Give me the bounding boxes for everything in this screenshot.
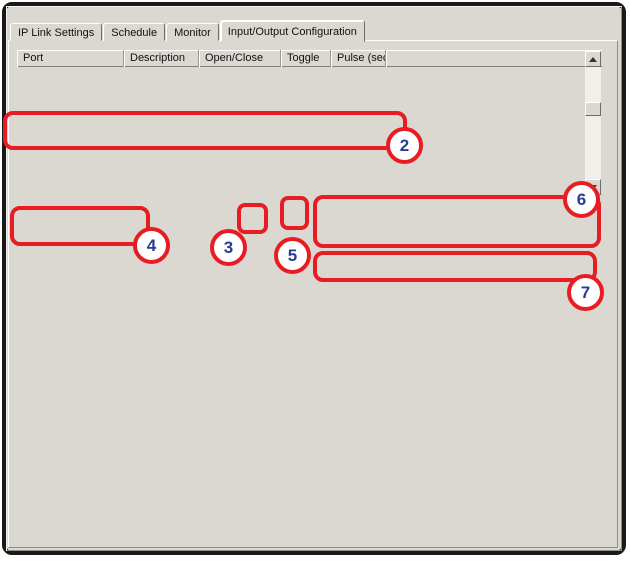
scroll-down-button[interactable] bbox=[585, 179, 601, 195]
dialog-window: IP Link Settings Schedule Monitor Input/… bbox=[6, 6, 622, 551]
tab-ip-link-settings[interactable]: IP Link Settings bbox=[10, 23, 102, 41]
tab-page bbox=[8, 40, 618, 548]
column-header-pulse[interactable]: Pulse (sec) bbox=[331, 50, 386, 67]
table-header-row: Port Description Open/Close Toggle Pulse… bbox=[17, 50, 602, 67]
column-header-port[interactable]: Port bbox=[17, 50, 124, 67]
scroll-up-button[interactable] bbox=[585, 51, 601, 67]
tab-label: Schedule bbox=[111, 27, 157, 39]
tab-label: Monitor bbox=[174, 27, 211, 39]
tab-monitor[interactable]: Monitor bbox=[166, 23, 219, 41]
column-header-filler bbox=[386, 50, 602, 67]
screenshot-canvas: IP Link Settings Schedule Monitor Input/… bbox=[0, 0, 630, 566]
column-header-description[interactable]: Description bbox=[124, 50, 199, 67]
arrow-up-icon bbox=[589, 57, 597, 62]
annotation-frame: IP Link Settings Schedule Monitor Input/… bbox=[2, 2, 626, 555]
tab-schedule[interactable]: Schedule bbox=[103, 23, 165, 41]
scroll-thumb[interactable] bbox=[585, 102, 601, 116]
arrow-down-icon bbox=[589, 185, 597, 190]
tab-label: IP Link Settings bbox=[18, 27, 94, 39]
column-header-open-close[interactable]: Open/Close bbox=[199, 50, 281, 67]
tab-bar: IP Link Settings Schedule Monitor Input/… bbox=[10, 19, 366, 41]
tab-label: Input/Output Configuration bbox=[228, 26, 357, 38]
tab-input-output-configuration[interactable]: Input/Output Configuration bbox=[220, 20, 365, 42]
column-header-toggle[interactable]: Toggle bbox=[281, 50, 331, 67]
vertical-scrollbar[interactable] bbox=[585, 51, 601, 195]
